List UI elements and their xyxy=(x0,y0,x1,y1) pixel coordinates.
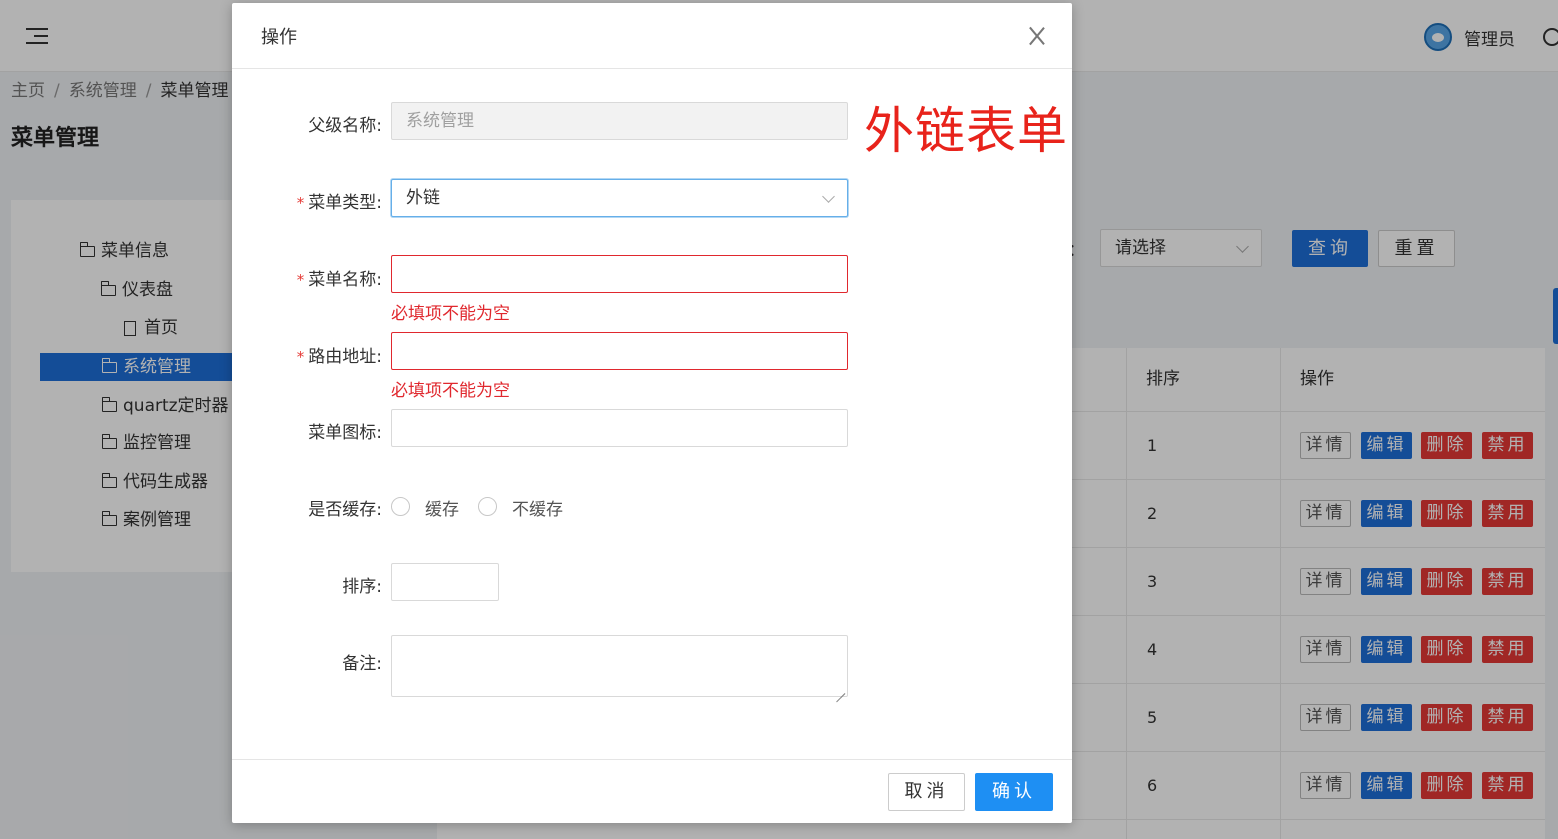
close-icon[interactable] xyxy=(1028,27,1046,45)
sort-input[interactable] xyxy=(391,563,499,601)
menu-name-input[interactable] xyxy=(391,255,848,293)
no-cache-option-label[interactable]: 不缓存 xyxy=(512,495,563,520)
no-cache-radio[interactable] xyxy=(478,497,497,516)
dialog-title: 操作 xyxy=(261,27,297,48)
menu-name-label: * 菜单名称: xyxy=(296,270,382,290)
remark-label: 备注: xyxy=(342,654,382,674)
route-error: 必填项不能为空 xyxy=(391,381,510,401)
dialog-header: 操作 xyxy=(232,3,1072,69)
chevron-down-icon xyxy=(822,190,835,203)
resize-handle-icon[interactable] xyxy=(835,684,845,694)
cache-option-label[interactable]: 缓存 xyxy=(425,495,459,520)
remark-textarea[interactable] xyxy=(391,635,848,697)
menu-icon-label: 菜单图标: xyxy=(308,423,382,443)
route-label: * 路由地址: xyxy=(296,347,382,367)
required-mark: * xyxy=(296,348,305,366)
cache-label: 是否缓存: xyxy=(308,500,382,520)
required-mark: * xyxy=(296,194,305,212)
menu-type-select[interactable]: 外链 xyxy=(391,179,848,217)
route-input[interactable] xyxy=(391,332,848,370)
sort-label: 排序: xyxy=(342,577,382,597)
cancel-button[interactable]: 取消 xyxy=(888,773,965,811)
confirm-button[interactable]: 确认 xyxy=(975,773,1053,811)
menu-edit-dialog: 操作 外链表单 父级名称: 系统管理 * 菜单类型: 外链 * 菜单名称: 必填项不… xyxy=(232,3,1072,823)
menu-name-error: 必填项不能为空 xyxy=(391,304,510,324)
parent-name-field: 系统管理 xyxy=(391,102,848,140)
parent-name-label: 父级名称: xyxy=(308,116,382,136)
cache-radio[interactable] xyxy=(391,497,410,516)
menu-type-label: * 菜单类型: xyxy=(296,193,382,213)
menu-icon-input[interactable] xyxy=(391,409,848,447)
required-mark: * xyxy=(296,271,305,289)
dialog-footer: 取消 确认 xyxy=(232,759,1072,823)
annotation-label: 外链表单 xyxy=(864,102,1068,160)
